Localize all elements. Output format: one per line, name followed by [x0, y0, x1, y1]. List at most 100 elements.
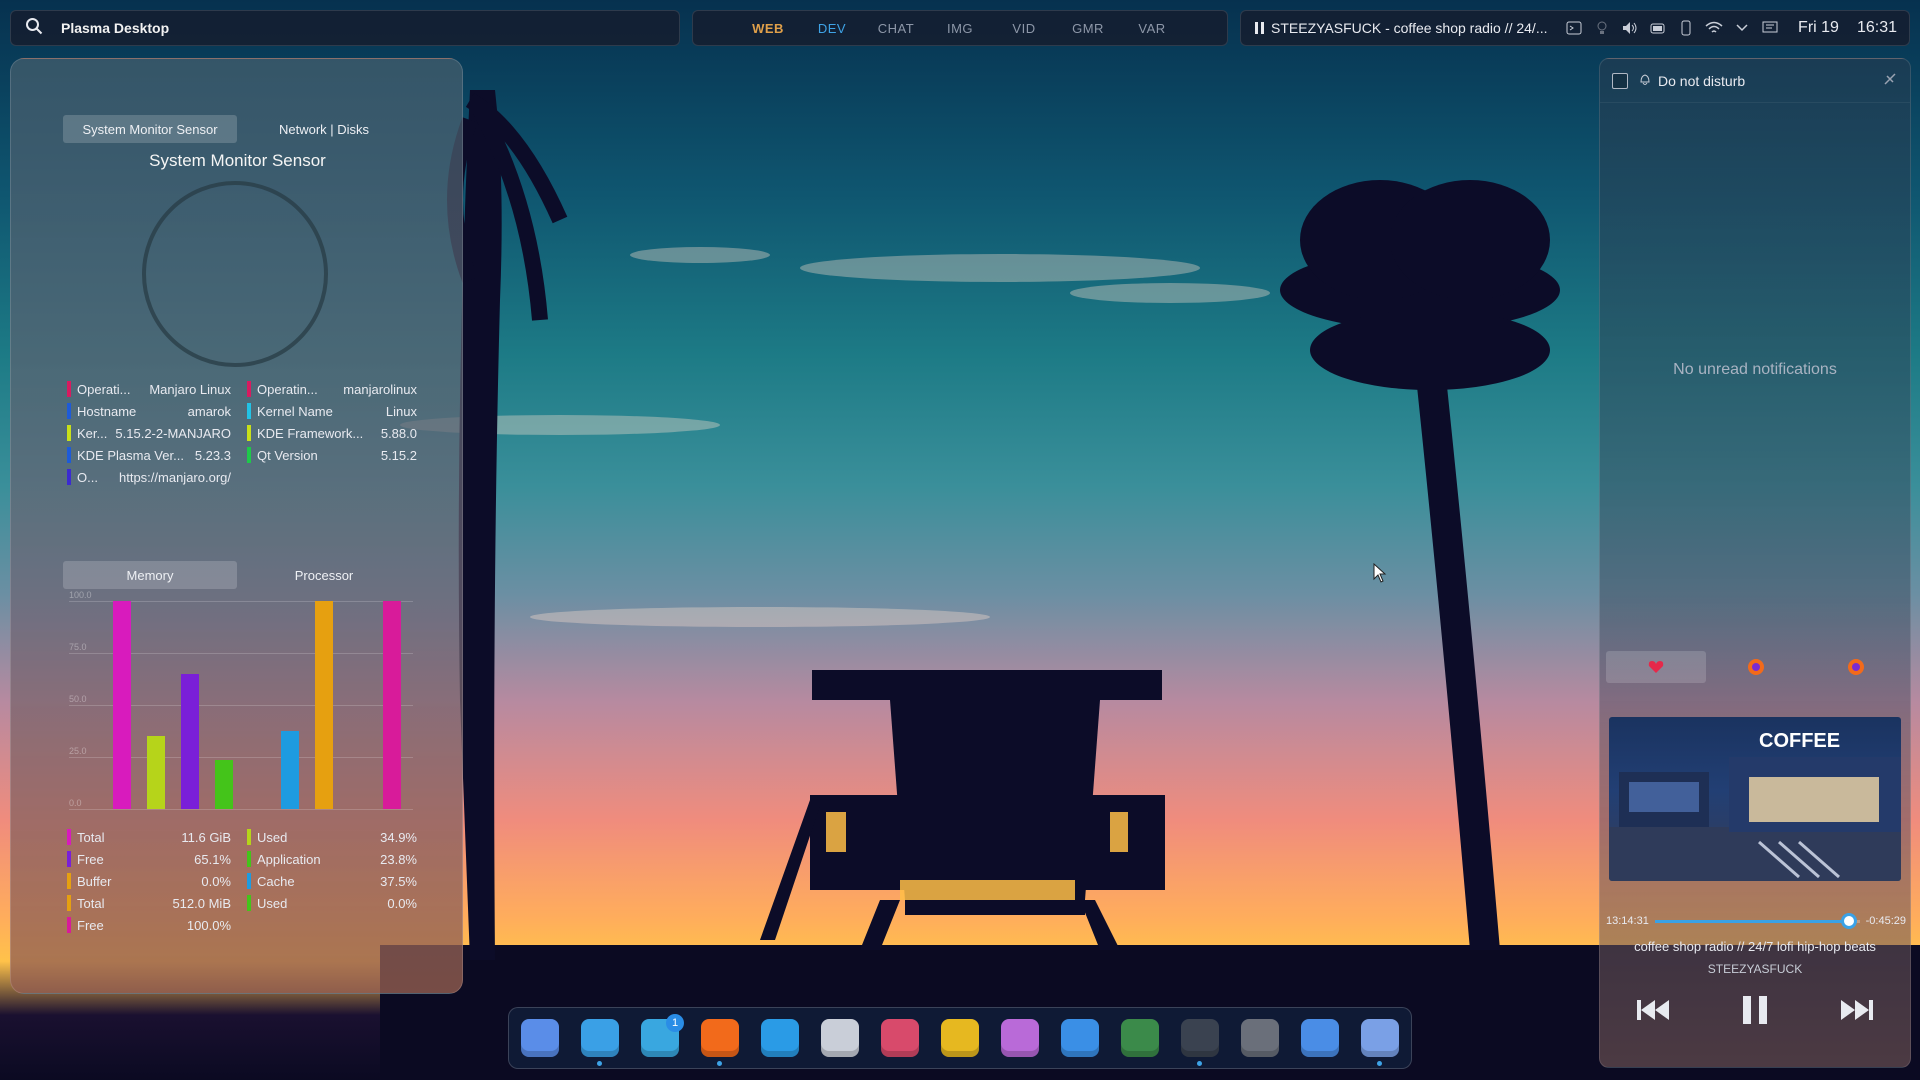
telegram-icon[interactable]: 1 — [638, 1014, 684, 1060]
slider-knob[interactable] — [1841, 912, 1858, 929]
dock-icon-tile — [761, 1019, 799, 1057]
volume-icon[interactable] — [1618, 16, 1642, 40]
battery-icon[interactable] — [1646, 16, 1670, 40]
tab-processor[interactable]: Processor — [237, 561, 411, 589]
playback-slider[interactable]: 13:14:31 -0:45:29 — [1606, 911, 1906, 931]
heart-icon[interactable] — [1606, 651, 1706, 683]
info-row: Qt Version 5.15.2 — [247, 447, 417, 463]
info-value: 5.88.0 — [380, 425, 417, 441]
dock-icon-tile — [1181, 1019, 1219, 1057]
dnd-label: Do not disturb — [1658, 72, 1746, 89]
info-value: 100.0% — [186, 917, 231, 933]
text-editor-icon[interactable] — [818, 1016, 862, 1060]
tab-network-disks[interactable]: Network | Disks — [237, 115, 411, 143]
virtual-desktops-icon[interactable] — [1298, 1016, 1342, 1060]
workspace-vid[interactable]: VID — [992, 21, 1056, 36]
dock-icon-tile — [881, 1019, 919, 1057]
color-swatch — [67, 873, 71, 889]
info-value: manjarolinux — [343, 381, 417, 397]
track-title: coffee shop radio // 24/7 lofi hip-hop b… — [1634, 939, 1876, 954]
discover-icon[interactable] — [518, 1016, 562, 1060]
color-picker-icon[interactable] — [938, 1016, 982, 1060]
pause-icon[interactable] — [1740, 994, 1770, 1031]
workspace-dev[interactable]: DEV — [800, 21, 864, 36]
date-label[interactable]: Fri 19 — [1798, 19, 1839, 37]
info-value: Linux — [385, 403, 417, 419]
info-value: 5.15.2-2-MANJARO — [115, 425, 231, 441]
slider-track[interactable] — [1654, 912, 1860, 929]
phone-icon[interactable] — [1674, 16, 1698, 40]
krita-icon[interactable] — [878, 1016, 922, 1060]
color-swatch — [247, 447, 251, 463]
album-art: COFFEE — [1609, 717, 1901, 881]
file-manager-icon[interactable] — [578, 1016, 622, 1066]
dock-icon-tile — [1061, 1019, 1099, 1057]
previous-icon[interactable] — [1635, 997, 1671, 1028]
firefox-source-icon-2[interactable] — [1806, 651, 1906, 683]
info-key: Qt Version — [257, 447, 318, 463]
info-key: Operati... — [77, 381, 131, 397]
dnd-checkbox[interactable] — [1612, 72, 1628, 89]
tab-memory[interactable]: Memory — [63, 561, 237, 589]
info-value: 23.8% — [380, 851, 417, 867]
y-tick-label: 100.0 — [69, 590, 92, 600]
y-tick-label: 0.0 — [69, 798, 82, 808]
workspace-gmr[interactable]: GMR — [1056, 21, 1120, 36]
info-row: KDE Framework... 5.88.0 — [247, 425, 417, 441]
image-viewer-icon[interactable] — [1118, 1016, 1162, 1060]
memory-bar — [215, 759, 233, 809]
color-swatch — [247, 873, 251, 889]
time-label[interactable]: 16:31 — [1857, 19, 1897, 37]
info-key: KDE Plasma Ver... — [77, 447, 184, 463]
color-swatch — [247, 381, 251, 397]
memory-bar — [383, 601, 401, 809]
search-label: Plasma Desktop — [61, 20, 170, 36]
info-value: 5.23.3 — [194, 447, 231, 463]
color-swatch — [67, 403, 71, 419]
screenshot-icon[interactable] — [998, 1016, 1042, 1060]
settings-icon[interactable] — [1238, 1016, 1282, 1060]
info-value: Manjaro Linux — [149, 381, 231, 397]
sensor-tabs: System Monitor Sensor Network | Disks — [63, 115, 411, 143]
next-icon[interactable] — [1839, 997, 1875, 1028]
do-not-disturb-row[interactable]: Do not disturb — [1600, 59, 1910, 103]
info-key: Free — [77, 917, 104, 933]
firefox-source-icon[interactable] — [1706, 651, 1806, 683]
lightbulb-icon[interactable] — [1590, 16, 1614, 40]
info-value: 0.0% — [201, 873, 231, 889]
info-row: Total 11.6 GiB — [67, 829, 231, 845]
color-swatch — [67, 851, 71, 867]
clear-icon[interactable] — [1882, 71, 1898, 90]
y-tick-label: 50.0 — [69, 694, 87, 704]
color-swatch — [67, 447, 71, 463]
workspace-chat[interactable]: CHAT — [864, 21, 928, 36]
pause-icon[interactable] — [1253, 16, 1267, 40]
color-swatch — [67, 917, 71, 933]
krunner-search-bar[interactable]: Plasma Desktop — [10, 10, 680, 46]
terminal-icon[interactable] — [1178, 1016, 1222, 1066]
dock-icon-tile — [1241, 1019, 1279, 1057]
notifications-icon[interactable] — [1758, 16, 1782, 40]
chevron-down-icon[interactable] — [1730, 16, 1754, 40]
info-row: Free 100.0% — [67, 917, 231, 933]
workspace-web[interactable]: WEB — [736, 21, 800, 36]
info-key: Used — [257, 829, 288, 845]
terminal-icon[interactable] — [1562, 16, 1586, 40]
kde-connect-icon[interactable] — [1358, 1016, 1402, 1066]
bell-icon — [1638, 72, 1652, 89]
wifi-icon[interactable] — [1702, 16, 1726, 40]
now-playing-label[interactable]: STEEZYASFUCK - coffee shop radio // 24/.… — [1271, 20, 1558, 36]
info-value: 0.0% — [387, 895, 417, 911]
color-swatch — [67, 381, 71, 397]
info-row: Buffer 0.0% — [67, 873, 231, 889]
tab-system-monitor-sensor[interactable]: System Monitor Sensor — [63, 115, 237, 143]
document-viewer-icon[interactable] — [1058, 1016, 1102, 1060]
workspace-var[interactable]: VAR — [1120, 21, 1184, 36]
info-value: https://manjaro.org/ — [119, 469, 231, 485]
running-indicator — [717, 1061, 722, 1066]
info-row: Operati... Manjaro Linux — [67, 381, 231, 397]
vscodium-icon[interactable] — [758, 1016, 802, 1060]
firefox-icon[interactable] — [698, 1016, 742, 1066]
workspace-img[interactable]: IMG — [928, 21, 992, 36]
info-row: Operatin... manjarolinux — [247, 381, 417, 397]
